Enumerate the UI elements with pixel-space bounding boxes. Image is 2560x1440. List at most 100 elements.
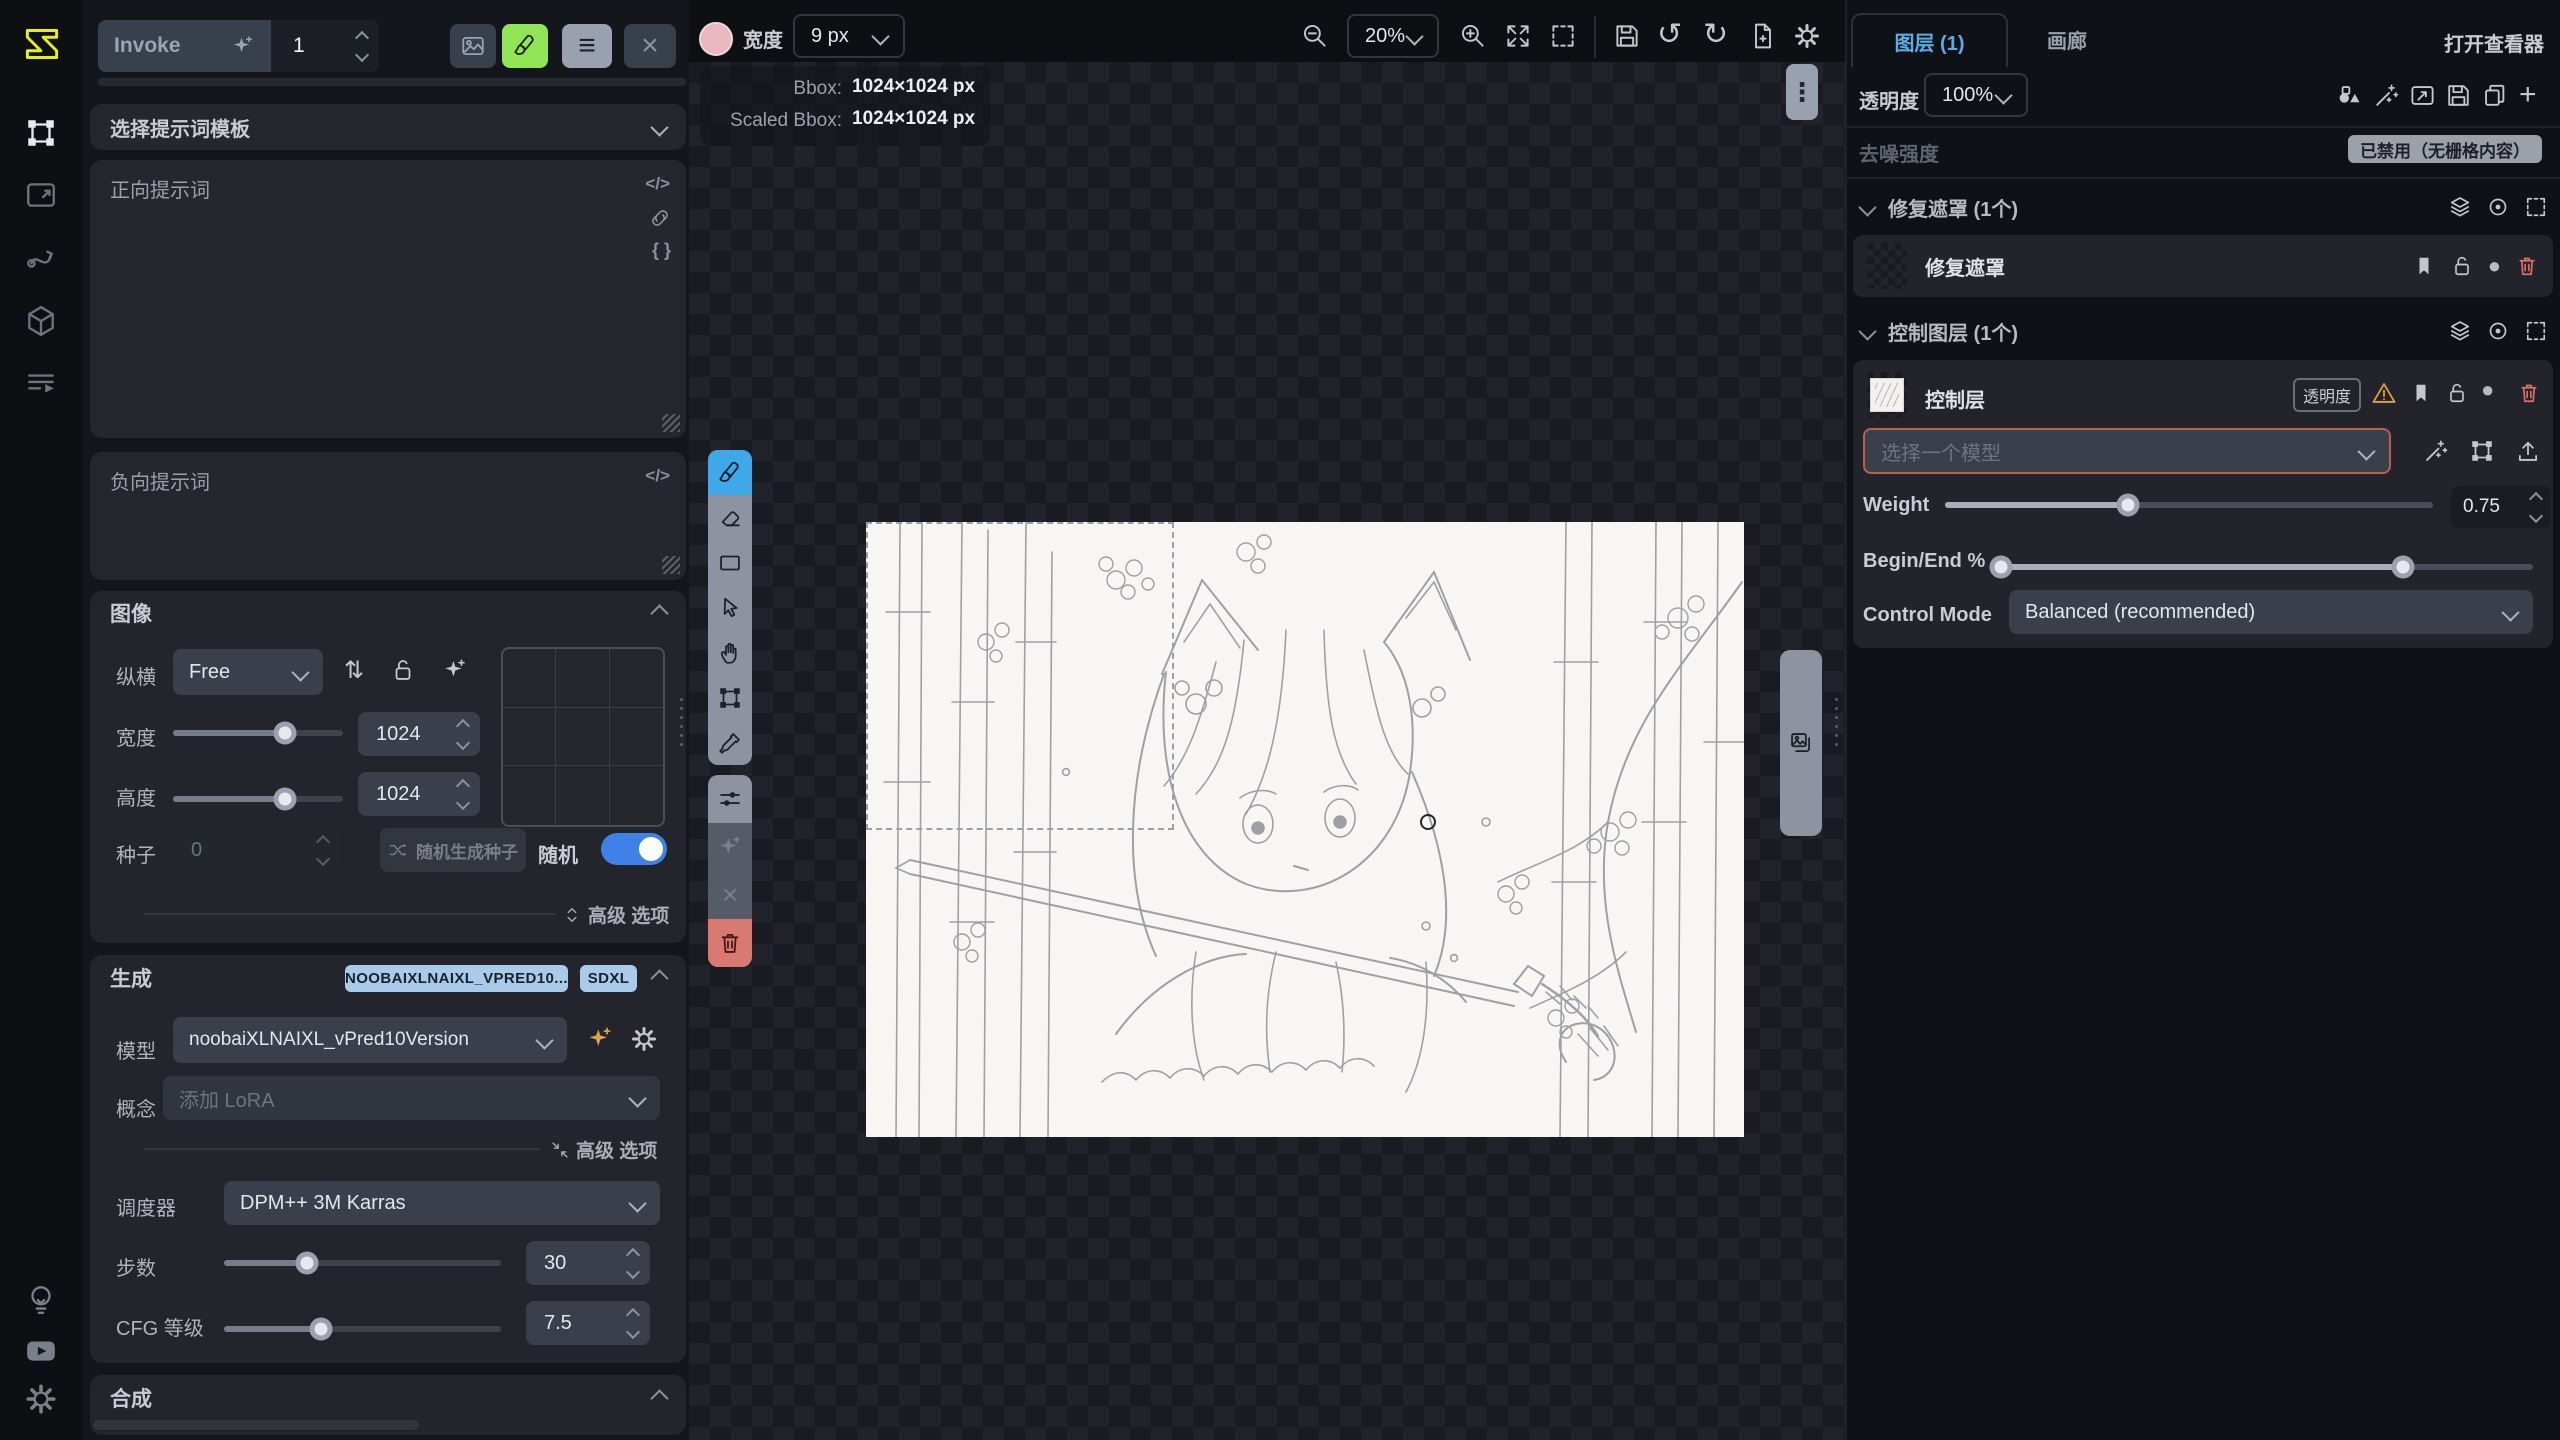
brush-width-select[interactable]: 9 px [793,14,905,58]
steps-input[interactable]: 30 [526,1241,650,1285]
global-opacity-select[interactable]: 100% [1924,73,2028,117]
group-layers-icon[interactable] [2448,195,2472,219]
autoprocess-icon[interactable] [2423,438,2449,464]
queue-count-stepper[interactable] [357,33,367,60]
prompt-syntax-icon[interactable]: </> [645,466,670,486]
upload-icon[interactable] [2515,438,2541,464]
canvas-context-menu-button[interactable]: ⋮ [1786,64,1818,120]
model-sparkle-icon[interactable] [586,1025,614,1053]
inpaint-group-header[interactable]: 修复遮罩 (1个) [1857,188,2552,226]
rail-tab-queue[interactable] [20,362,62,404]
settings-icon[interactable] [20,1378,62,1420]
layer-color-icon[interactable]: ● [2481,377,2494,403]
model-select[interactable]: noobaiXLNAIXL_vPred10Version [173,1017,567,1063]
inpaint-layer-row[interactable]: 修复遮罩 ● [1853,235,2553,297]
seed-input[interactable]: 0 [173,828,340,872]
rail-tab-viewer[interactable] [20,174,62,216]
apply-action[interactable] [708,823,752,871]
layer-color-icon[interactable]: ● [2488,253,2501,279]
tab-gallery[interactable]: 画廊 [2017,13,2117,65]
generation-bbox[interactable] [866,522,1174,830]
group-layers-icon[interactable] [2448,319,2472,343]
control-mode-select[interactable]: Balanced (recommended) [2009,590,2533,634]
youtube-icon[interactable] [20,1330,62,1372]
resize-handle[interactable] [662,414,680,432]
tab-layers[interactable]: 图层 (1) [1851,13,2008,67]
delete-layer-icon[interactable] [2515,254,2539,278]
open-viewer-link[interactable]: 打开查看器 [2444,28,2544,57]
group-visibility-icon[interactable] [2486,195,2510,219]
model-settings-icon[interactable] [630,1025,658,1053]
rect-tool[interactable] [708,540,752,585]
canvas-mode-button[interactable] [502,24,548,68]
lora-select[interactable]: 添加 LoRA [163,1076,660,1120]
prompt-syntax-icon[interactable]: </> [645,174,670,194]
zoom-out-icon[interactable] [1301,22,1329,50]
negative-prompt-box[interactable]: 负向提示词 </> [90,452,686,580]
bookmark-icon[interactable] [2409,381,2433,405]
image-advanced-toggle[interactable]: 高级 选项 [562,901,669,928]
undo-icon[interactable]: ↺ [1657,20,1682,50]
begin-end-slider[interactable] [1993,564,2533,570]
close-panel-button[interactable]: × [624,24,676,68]
generation-advanced-toggle[interactable]: 高级 选项 [550,1136,657,1163]
h-scrollbar-track[interactable] [93,1420,686,1430]
aspect-select[interactable]: Free [173,649,323,695]
scheduler-select[interactable]: DPM++ 3M Karras [224,1181,660,1225]
canvas-settings-icon[interactable] [1793,22,1821,50]
optimize-size-icon[interactable] [442,657,468,683]
lock-icon[interactable] [2450,254,2474,278]
prompt-braces-icon[interactable]: { } [652,240,671,261]
control-layer-card[interactable]: 控制层 透明度 ● 选择一个模型 Weight 0.75 [1853,360,2553,648]
fit-to-canvas-icon[interactable] [1504,22,1532,50]
h-scrollbar-thumb[interactable] [93,1420,419,1430]
filter-action[interactable] [708,775,752,823]
add-layer-icon[interactable]: + [2519,80,2537,110]
support-icon[interactable] [20,1278,62,1320]
rail-tab-models[interactable] [20,300,62,342]
rail-tab-canvas[interactable] [20,112,62,154]
pan-tool[interactable] [708,630,752,675]
group-crop-icon[interactable] [2524,195,2548,219]
group-visibility-icon[interactable] [2486,319,2510,343]
eraser-tool[interactable] [708,495,752,540]
zoom-in-icon[interactable] [1459,22,1487,50]
random-toggle[interactable] [601,833,667,865]
brush-tool[interactable] [708,450,752,495]
width-input[interactable]: 1024 [358,712,480,756]
weight-slider[interactable] [1945,502,2433,508]
control-group-header[interactable]: 控制图层 (1个) [1857,312,2552,350]
panel-resize-handle[interactable] [1835,698,1838,746]
save-canvas-icon[interactable] [1613,22,1641,50]
cfg-slider[interactable] [224,1326,501,1332]
weight-input[interactable]: 0.75 [2451,486,2551,528]
randomize-seed-button[interactable]: 随机生成种子 [380,828,526,872]
move-tool[interactable] [708,585,752,630]
zoom-level-select[interactable]: 20% [1347,14,1439,58]
queue-count-input[interactable]: 1 [271,20,379,72]
rail-tab-workflows[interactable] [20,236,62,278]
bookmark-icon[interactable] [2412,254,2436,278]
compositing-section-header[interactable]: 合成 [90,1375,686,1421]
resize-layer-icon[interactable] [2409,82,2436,109]
canvas-image[interactable] [866,522,1744,1137]
image-section-header[interactable]: 图像 [90,591,686,635]
menu-button[interactable]: ≡ [562,24,612,68]
save-layer-icon[interactable] [2445,82,2472,109]
cancel-action[interactable]: × [708,871,752,919]
new-canvas-icon[interactable] [1749,22,1777,50]
control-model-select[interactable]: 选择一个模型 [1863,428,2391,474]
merge-layers-icon[interactable] [2335,82,2362,109]
height-input[interactable]: 1024 [358,772,480,816]
cfg-input[interactable]: 7.5 [526,1301,650,1345]
gallery-drawer-toggle[interactable] [1780,650,1822,836]
prompt-link-icon[interactable] [648,206,672,230]
positive-prompt-box[interactable]: 正向提示词 </> { } [90,160,686,438]
filter-layer-icon[interactable] [2373,82,2400,109]
swap-dims-icon[interactable]: ⇅ [344,659,364,683]
mask-color-swatch[interactable] [699,22,733,56]
group-crop-icon[interactable] [2524,319,2548,343]
transform-icon[interactable] [2469,438,2495,464]
lock-aspect-icon[interactable] [390,657,416,683]
steps-slider[interactable] [224,1260,501,1266]
